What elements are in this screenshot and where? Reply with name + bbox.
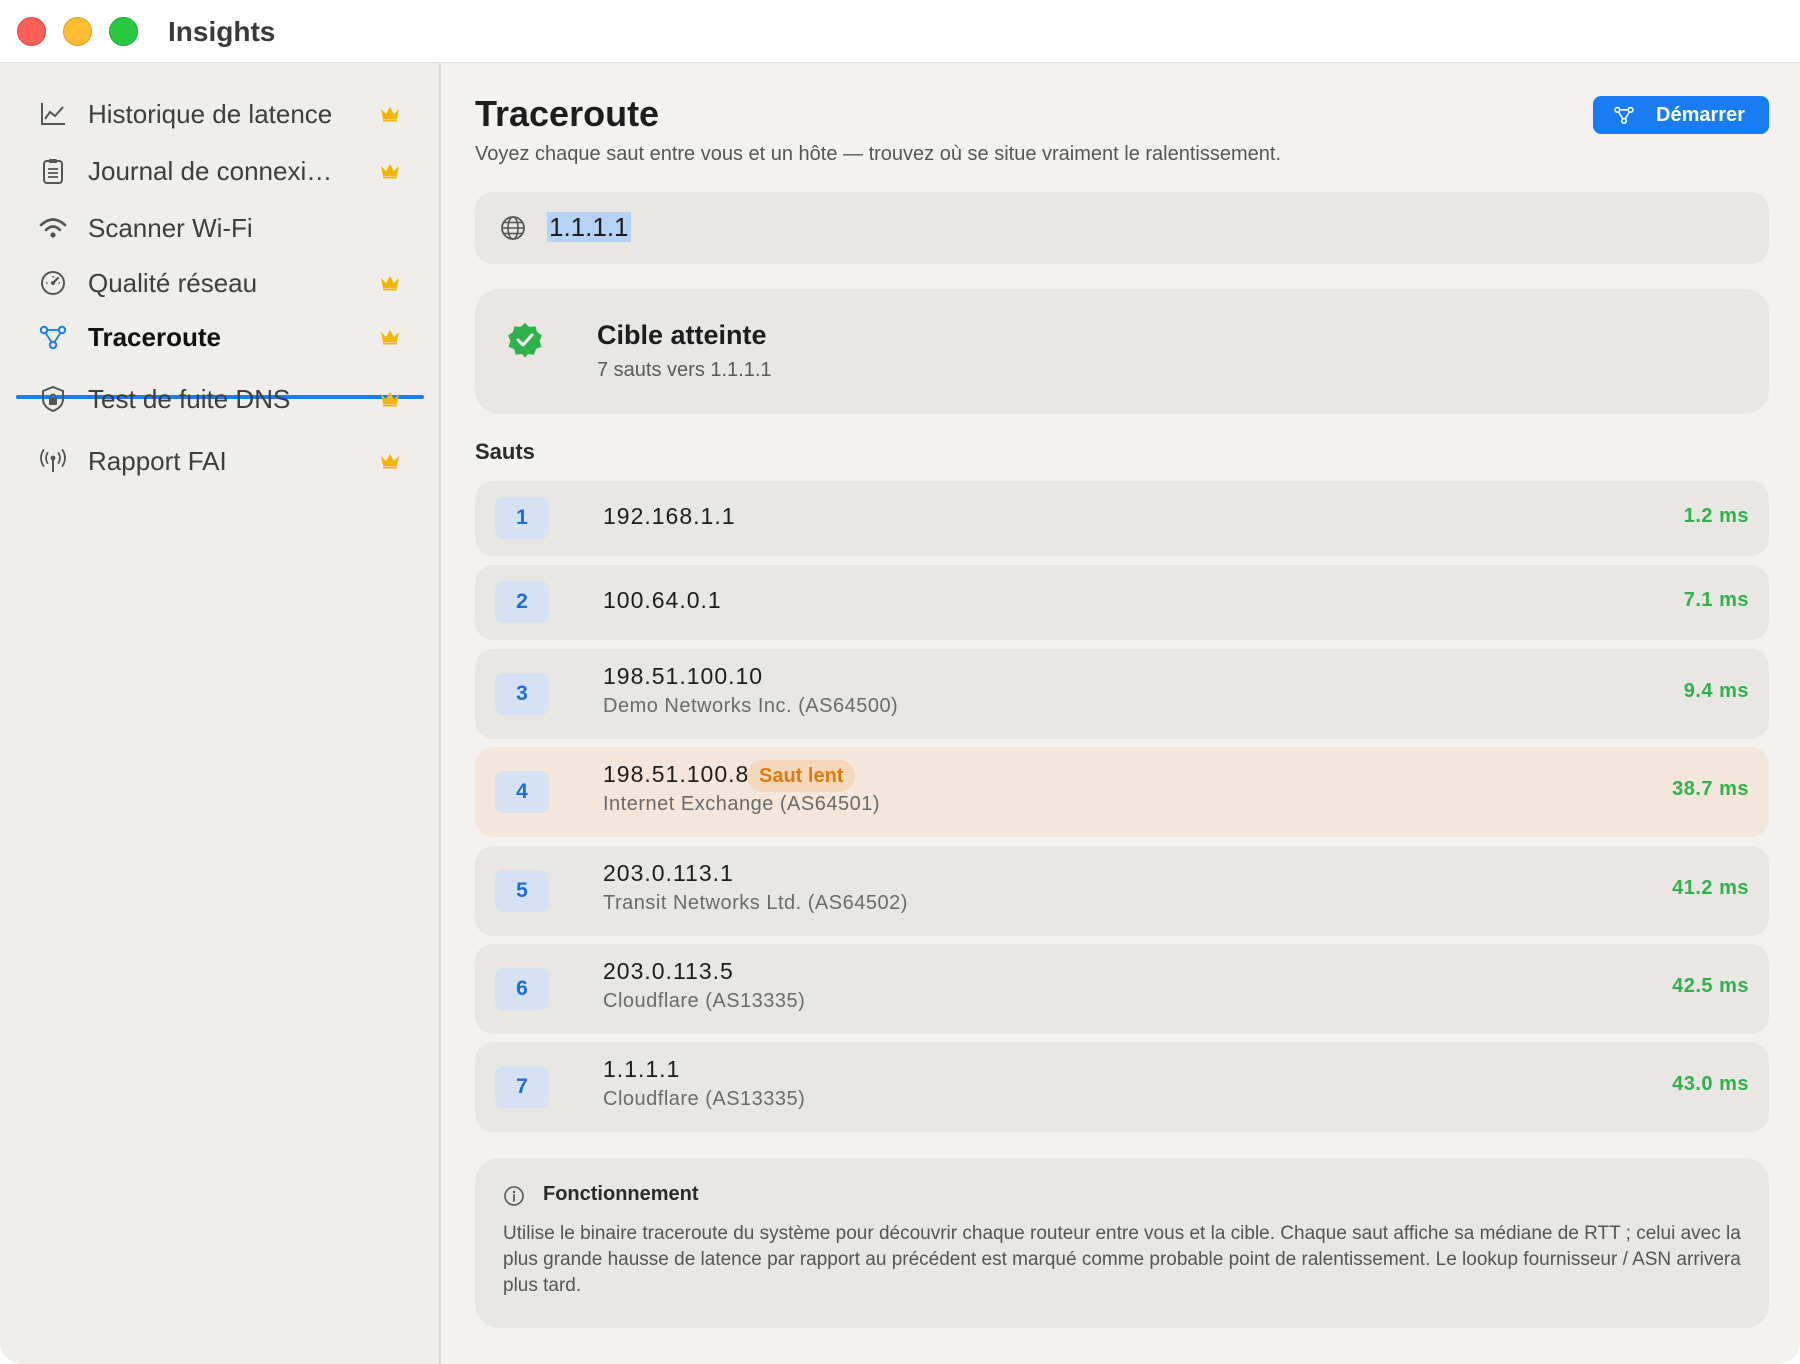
hop-latency: 42.5 ms [1672, 975, 1749, 997]
start-button-label: Démarrer [1656, 104, 1745, 126]
sidebar-item-label: Scanner Wi-Fi [88, 213, 253, 243]
sidebar-item-isp-report[interactable]: Rapport FAI [16, 432, 424, 490]
hop-provider: Transit Networks Ltd. (AS64502) [603, 892, 908, 914]
sidebar: Historique de latence Journal de connexi… [0, 63, 441, 1364]
hop-number: 4 [495, 771, 549, 813]
crown-icon [381, 107, 399, 122]
sidebar-item-network-quality[interactable]: Qualité réseau [16, 254, 424, 312]
crown-icon [381, 454, 399, 469]
sidebar-item-label: Traceroute [88, 322, 221, 352]
info-body: Utilise le binaire traceroute du système… [503, 1223, 1741, 1296]
clipboard-icon [38, 156, 68, 186]
hop-ip: 198.51.100.84 [603, 761, 764, 787]
crown-icon [381, 330, 399, 345]
hop-number: 2 [495, 581, 549, 623]
globe-icon [501, 216, 525, 240]
sidebar-item-dns-leak-test[interactable]: Test de fuite DNS [16, 370, 424, 428]
hop-ip: 100.64.0.1 [603, 587, 722, 613]
hop-latency: 38.7 ms [1672, 778, 1749, 800]
hop-provider: Internet Exchange (AS64501) [603, 793, 881, 815]
hop-ip: 198.51.100.10 [603, 663, 764, 689]
crown-icon [381, 392, 399, 407]
sidebar-item-traceroute[interactable]: Traceroute [16, 308, 424, 366]
crown-icon [381, 164, 399, 179]
hop-latency: 41.2 ms [1672, 877, 1749, 899]
slow-hop-badge: Saut lent [747, 760, 856, 792]
close-window-button[interactable] [17, 17, 46, 46]
sidebar-item-label: Journal de connexi… [88, 156, 333, 186]
traceroute-icon [1614, 106, 1634, 125]
sidebar-item-label: Qualité réseau [88, 268, 258, 298]
gauge-icon [38, 268, 68, 298]
hop-latency: 43.0 ms [1672, 1073, 1749, 1095]
hop-latency: 1.2 ms [1683, 505, 1749, 527]
target-input-value[interactable]: 1.1.1.1 [547, 212, 631, 243]
chart-line-icon [38, 99, 68, 129]
hop-ip: 203.0.113.5 [603, 958, 734, 984]
crown-icon [381, 276, 399, 291]
hop-provider: Demo Networks Inc. (AS64500) [603, 695, 899, 717]
hops-section-title: Sauts [475, 439, 535, 464]
hop-ip: 192.168.1.1 [603, 503, 736, 529]
hop-provider: Cloudflare (AS13335) [603, 1088, 806, 1110]
shield-lock-icon [38, 384, 68, 414]
info-icon [504, 1186, 524, 1206]
wifi-icon [38, 213, 68, 243]
hop-number: 1 [495, 497, 549, 539]
hop-row: 7 1.1.1.1 Cloudflare (AS13335) 43.0 ms [475, 1042, 1769, 1132]
start-button[interactable]: Démarrer [1593, 96, 1769, 134]
minimize-window-button[interactable] [63, 17, 92, 46]
app-title: Insights [168, 16, 276, 47]
hop-number: 3 [495, 673, 549, 715]
hop-number: 6 [495, 968, 549, 1010]
hop-latency: 9.4 ms [1683, 680, 1749, 702]
traceroute-icon [38, 322, 68, 352]
info-card: Fonctionnement Utilise le binaire tracer… [475, 1158, 1769, 1328]
antenna-icon [38, 446, 68, 476]
main-content: Traceroute Voyez chaque saut entre vous … [443, 63, 1800, 1364]
app-window: Insights Historique de latence Journal d… [0, 0, 1800, 1364]
sidebar-item-wifi-scanner[interactable]: Scanner Wi-Fi [16, 199, 424, 257]
status-title: Cible atteinte [597, 320, 767, 350]
hop-row: 6 203.0.113.5 Cloudflare (AS13335) 42.5 … [475, 944, 1769, 1034]
status-card: Cible atteinte 7 sauts vers 1.1.1.1 [475, 289, 1769, 414]
hop-number: 7 [495, 1066, 549, 1108]
page-subtitle: Voyez chaque saut entre vous et un hôte … [475, 143, 1282, 165]
hop-row: 3 198.51.100.10 Demo Networks Inc. (AS64… [475, 649, 1769, 739]
hop-number: 5 [495, 870, 549, 912]
hop-row: 2 100.64.0.1 7.1 ms [475, 565, 1769, 640]
sidebar-item-label: Historique de latence [88, 99, 333, 129]
hop-provider: Cloudflare (AS13335) [603, 990, 806, 1012]
sidebar-item-label: Test de fuite DNS [88, 384, 291, 414]
sidebar-item-label: Rapport FAI [88, 446, 227, 476]
sidebar-item-connection-log[interactable]: Journal de connexi… [16, 142, 424, 200]
checkmark-seal-icon [508, 323, 542, 358]
title-bar: Insights [0, 0, 1800, 63]
zoom-window-button[interactable] [109, 17, 138, 46]
target-input[interactable]: 1.1.1.1 [475, 192, 1769, 264]
hop-row-slow: 4 198.51.100.84 Saut lent Internet Excha… [475, 747, 1769, 837]
status-subtitle: 7 sauts vers 1.1.1.1 [597, 359, 772, 381]
hop-latency: 7.1 ms [1683, 589, 1749, 611]
page-title: Traceroute [475, 93, 660, 134]
info-title: Fonctionnement [543, 1183, 699, 1205]
hop-row: 5 203.0.113.1 Transit Networks Ltd. (AS6… [475, 846, 1769, 936]
hop-ip: 1.1.1.1 [603, 1056, 681, 1082]
sidebar-item-latency-history[interactable]: Historique de latence [16, 85, 424, 143]
hop-row: 1 192.168.1.1 1.2 ms [475, 481, 1769, 556]
hop-ip: 203.0.113.1 [603, 860, 734, 886]
